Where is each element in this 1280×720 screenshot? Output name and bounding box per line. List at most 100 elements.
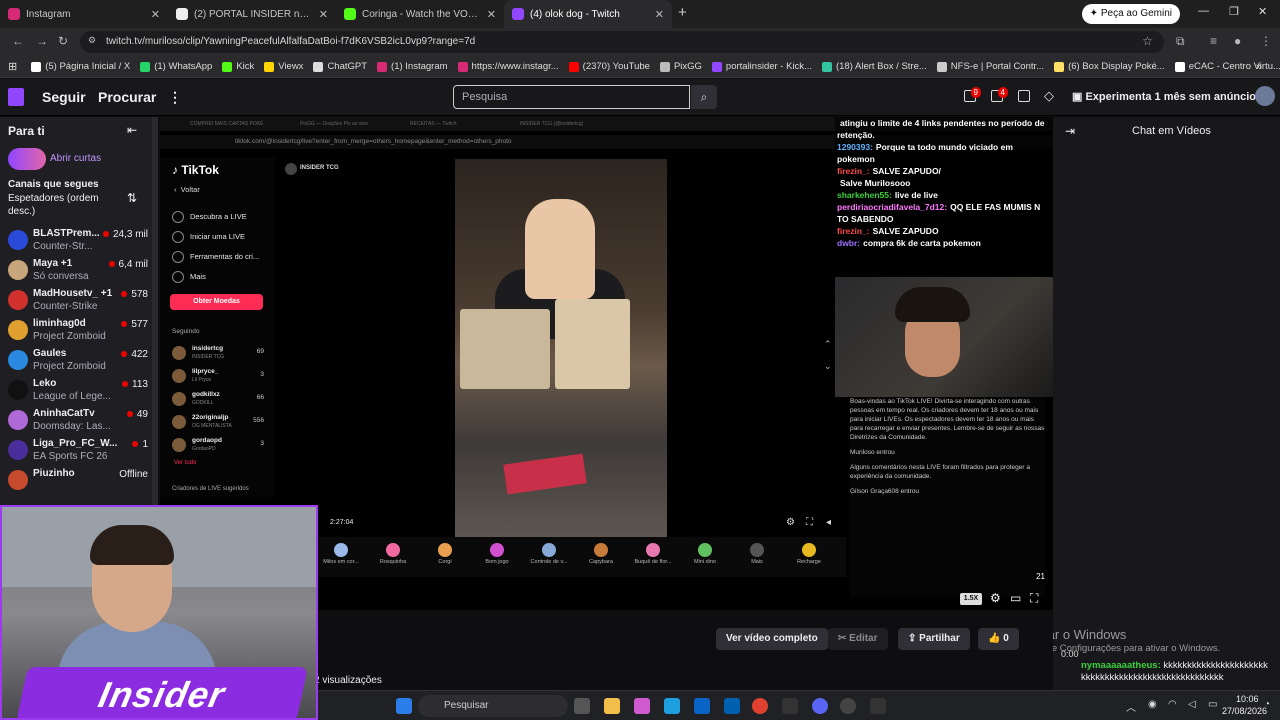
search-input[interactable]: Pesquisa: [453, 85, 690, 109]
close-window-icon[interactable]: ✕: [1258, 5, 1267, 18]
profile-icon[interactable]: ●: [1234, 34, 1241, 48]
taskbar-search[interactable]: Pesquisar: [418, 695, 568, 717]
bookmark-item[interactable]: Viewx: [264, 61, 303, 72]
chat-username[interactable]: nymaaaaaatheus:: [1081, 660, 1161, 671]
new-tab-button[interactable]: +: [678, 0, 687, 28]
booster-pack: [503, 453, 587, 495]
reload-icon[interactable]: ↻: [58, 34, 68, 48]
twitch-logo-icon[interactable]: [8, 88, 24, 106]
more-bookmarks-icon[interactable]: »: [1256, 61, 1262, 73]
browser-tab[interactable]: Instagram ✕: [0, 0, 168, 28]
inbox-icon[interactable]: 9: [964, 87, 981, 102]
sidebar-scrollbar[interactable]: [152, 117, 158, 507]
gemini-button[interactable]: ✦ Peça ao Gemini: [1081, 4, 1180, 24]
theatre-mode-icon[interactable]: ▭: [1010, 591, 1021, 605]
capcut-icon[interactable]: [782, 698, 798, 714]
browser-tab-active[interactable]: (4) olok dog - Twitch ✕: [504, 0, 672, 28]
edge-icon[interactable]: [664, 698, 680, 714]
minimize-icon[interactable]: —: [1198, 5, 1209, 17]
browser-tab[interactable]: Coringa - Watch the VOD on K ✕: [336, 0, 504, 28]
sidebar-channel[interactable]: Liga_Pro_FC_W... EA Sports FC 26 1: [8, 437, 148, 465]
wifi-icon[interactable]: ◠: [1168, 699, 1177, 710]
close-icon[interactable]: ✕: [151, 8, 160, 21]
bookmark-item[interactable]: https://www.instagr...: [457, 61, 559, 72]
bookmark-item[interactable]: Kick: [222, 61, 254, 72]
drops-icon[interactable]: 4: [991, 87, 1008, 102]
bookmark-item[interactable]: (6) Box Display Poké...: [1054, 61, 1165, 72]
discord-icon[interactable]: [812, 698, 828, 714]
avatar[interactable]: [1255, 86, 1275, 106]
clock-time[interactable]: 10:06: [1236, 694, 1259, 704]
sidebar-channel[interactable]: BLASTPrem... Counter-Str... 24,3 mil: [8, 227, 148, 255]
bits-icon[interactable]: ◇: [1044, 88, 1054, 104]
outlook-icon[interactable]: [724, 698, 740, 714]
volume-icon[interactable]: ◁: [1188, 699, 1196, 710]
sidebar-channel[interactable]: MadHousetv_ +1 Counter-Strike 578: [8, 287, 148, 315]
sidebar-channel[interactable]: AninhaCatTv Doomsday: Las... 49: [8, 407, 148, 435]
bookmark-item[interactable]: (1) WhatsApp: [140, 61, 212, 72]
nav-browse[interactable]: Procurar: [98, 89, 156, 105]
apps-icon[interactable]: ⊞: [8, 60, 17, 73]
maximize-icon[interactable]: ❐: [1229, 5, 1239, 18]
collapse-chat-icon[interactable]: ⇥: [1065, 124, 1075, 138]
shorts-avatars[interactable]: [8, 148, 46, 170]
speed-badge[interactable]: 1.5X: [960, 593, 982, 605]
chat-overlay-user: firezin_:: [837, 166, 870, 176]
close-icon[interactable]: ✕: [319, 8, 328, 21]
obs-icon[interactable]: [840, 698, 856, 714]
whispers-icon[interactable]: [1018, 90, 1030, 102]
like-button[interactable]: 👍 0: [978, 628, 1019, 650]
close-icon[interactable]: ✕: [655, 8, 664, 21]
media-icon[interactable]: ≡: [1210, 34, 1217, 48]
url-field[interactable]: twitch.tv/murilosо/clip/YawningPeacefulA…: [80, 31, 1164, 53]
capcut-icon[interactable]: [870, 698, 886, 714]
sort-icon[interactable]: ⇅: [127, 191, 137, 205]
back-icon[interactable]: ←: [12, 34, 24, 48]
edit-button[interactable]: ✂ Editar: [828, 628, 888, 650]
share-button[interactable]: ⇪ Partilhar: [898, 628, 970, 650]
store-icon[interactable]: [694, 698, 710, 714]
browser-tab[interactable]: (2) PORTAL INSIDER no X: " ✕: [168, 0, 336, 28]
bookmark-item[interactable]: (1) Instagram: [377, 61, 448, 72]
bookmark-item[interactable]: (2370) YouTube: [568, 61, 650, 72]
start-icon[interactable]: [396, 698, 412, 714]
collapse-sidebar-icon[interactable]: ⇤: [127, 123, 137, 137]
copilot-icon[interactable]: [634, 698, 650, 714]
bookmark-item[interactable]: NFS-e | Portal Contr...: [936, 61, 1044, 72]
watch-full-video-button[interactable]: Ver vídeo completo: [716, 628, 828, 650]
close-icon[interactable]: ✕: [487, 8, 496, 21]
tray-app-icon[interactable]: ◉: [1148, 699, 1157, 710]
sidebar-channel[interactable]: Gaules Project Zomboid 422: [8, 347, 148, 375]
battery-icon[interactable]: ▭: [1208, 699, 1217, 710]
search-icon[interactable]: ⌕: [691, 85, 717, 109]
gift-icon: [386, 543, 400, 557]
nav-following[interactable]: Seguir: [42, 89, 86, 105]
bookmark-item[interactable]: eCAC - Centro Virtu...: [1174, 61, 1280, 72]
bookmark-item[interactable]: portalinsider - Kick...: [711, 61, 812, 72]
sidebar-channel[interactable]: Piuzinho Offline: [8, 467, 148, 495]
clock-date[interactable]: 27/08/2026: [1222, 706, 1267, 716]
bookmark-item[interactable]: ChatGPT: [313, 61, 367, 72]
extensions-icon[interactable]: ⧉: [1176, 34, 1185, 49]
site-info-icon[interactable]: ⚙: [88, 35, 96, 46]
tray-chevron-icon[interactable]: ︿: [1126, 699, 1136, 714]
promo-button[interactable]: ▣ Experimenta 1 mês sem anúncios: [1072, 90, 1262, 103]
sidebar-channel[interactable]: liminhag0d Project Zomboid 577: [8, 317, 148, 345]
forward-icon[interactable]: →: [36, 34, 48, 48]
task-view-icon[interactable]: [574, 698, 590, 714]
menu-icon[interactable]: ⋮: [1260, 34, 1272, 48]
bookmark-item[interactable]: (5) Página Inicial / X: [31, 61, 130, 72]
notifications-icon[interactable]: ◔: [1264, 699, 1270, 710]
chrome-icon[interactable]: [752, 698, 768, 714]
star-icon[interactable]: ☆: [1142, 34, 1153, 48]
bookmark-item[interactable]: PixGG: [659, 61, 702, 72]
sidebar-channel[interactable]: Maya +1 Só conversa 6,4 mil: [8, 257, 148, 285]
fullscreen-player-icon[interactable]: ⛶: [1030, 591, 1038, 606]
open-shorts-link[interactable]: Abrir curtas: [50, 153, 101, 164]
bookmark-item[interactable]: (18) Alert Box / Stre...: [821, 61, 927, 72]
sidebar-channel[interactable]: Leko League of Lege... 113: [8, 377, 148, 405]
file-explorer-icon[interactable]: [604, 698, 620, 714]
following-count: 3: [260, 371, 264, 378]
player-settings-icon[interactable]: ⚙: [990, 591, 1001, 605]
more-icon[interactable]: ⋮: [168, 89, 182, 106]
